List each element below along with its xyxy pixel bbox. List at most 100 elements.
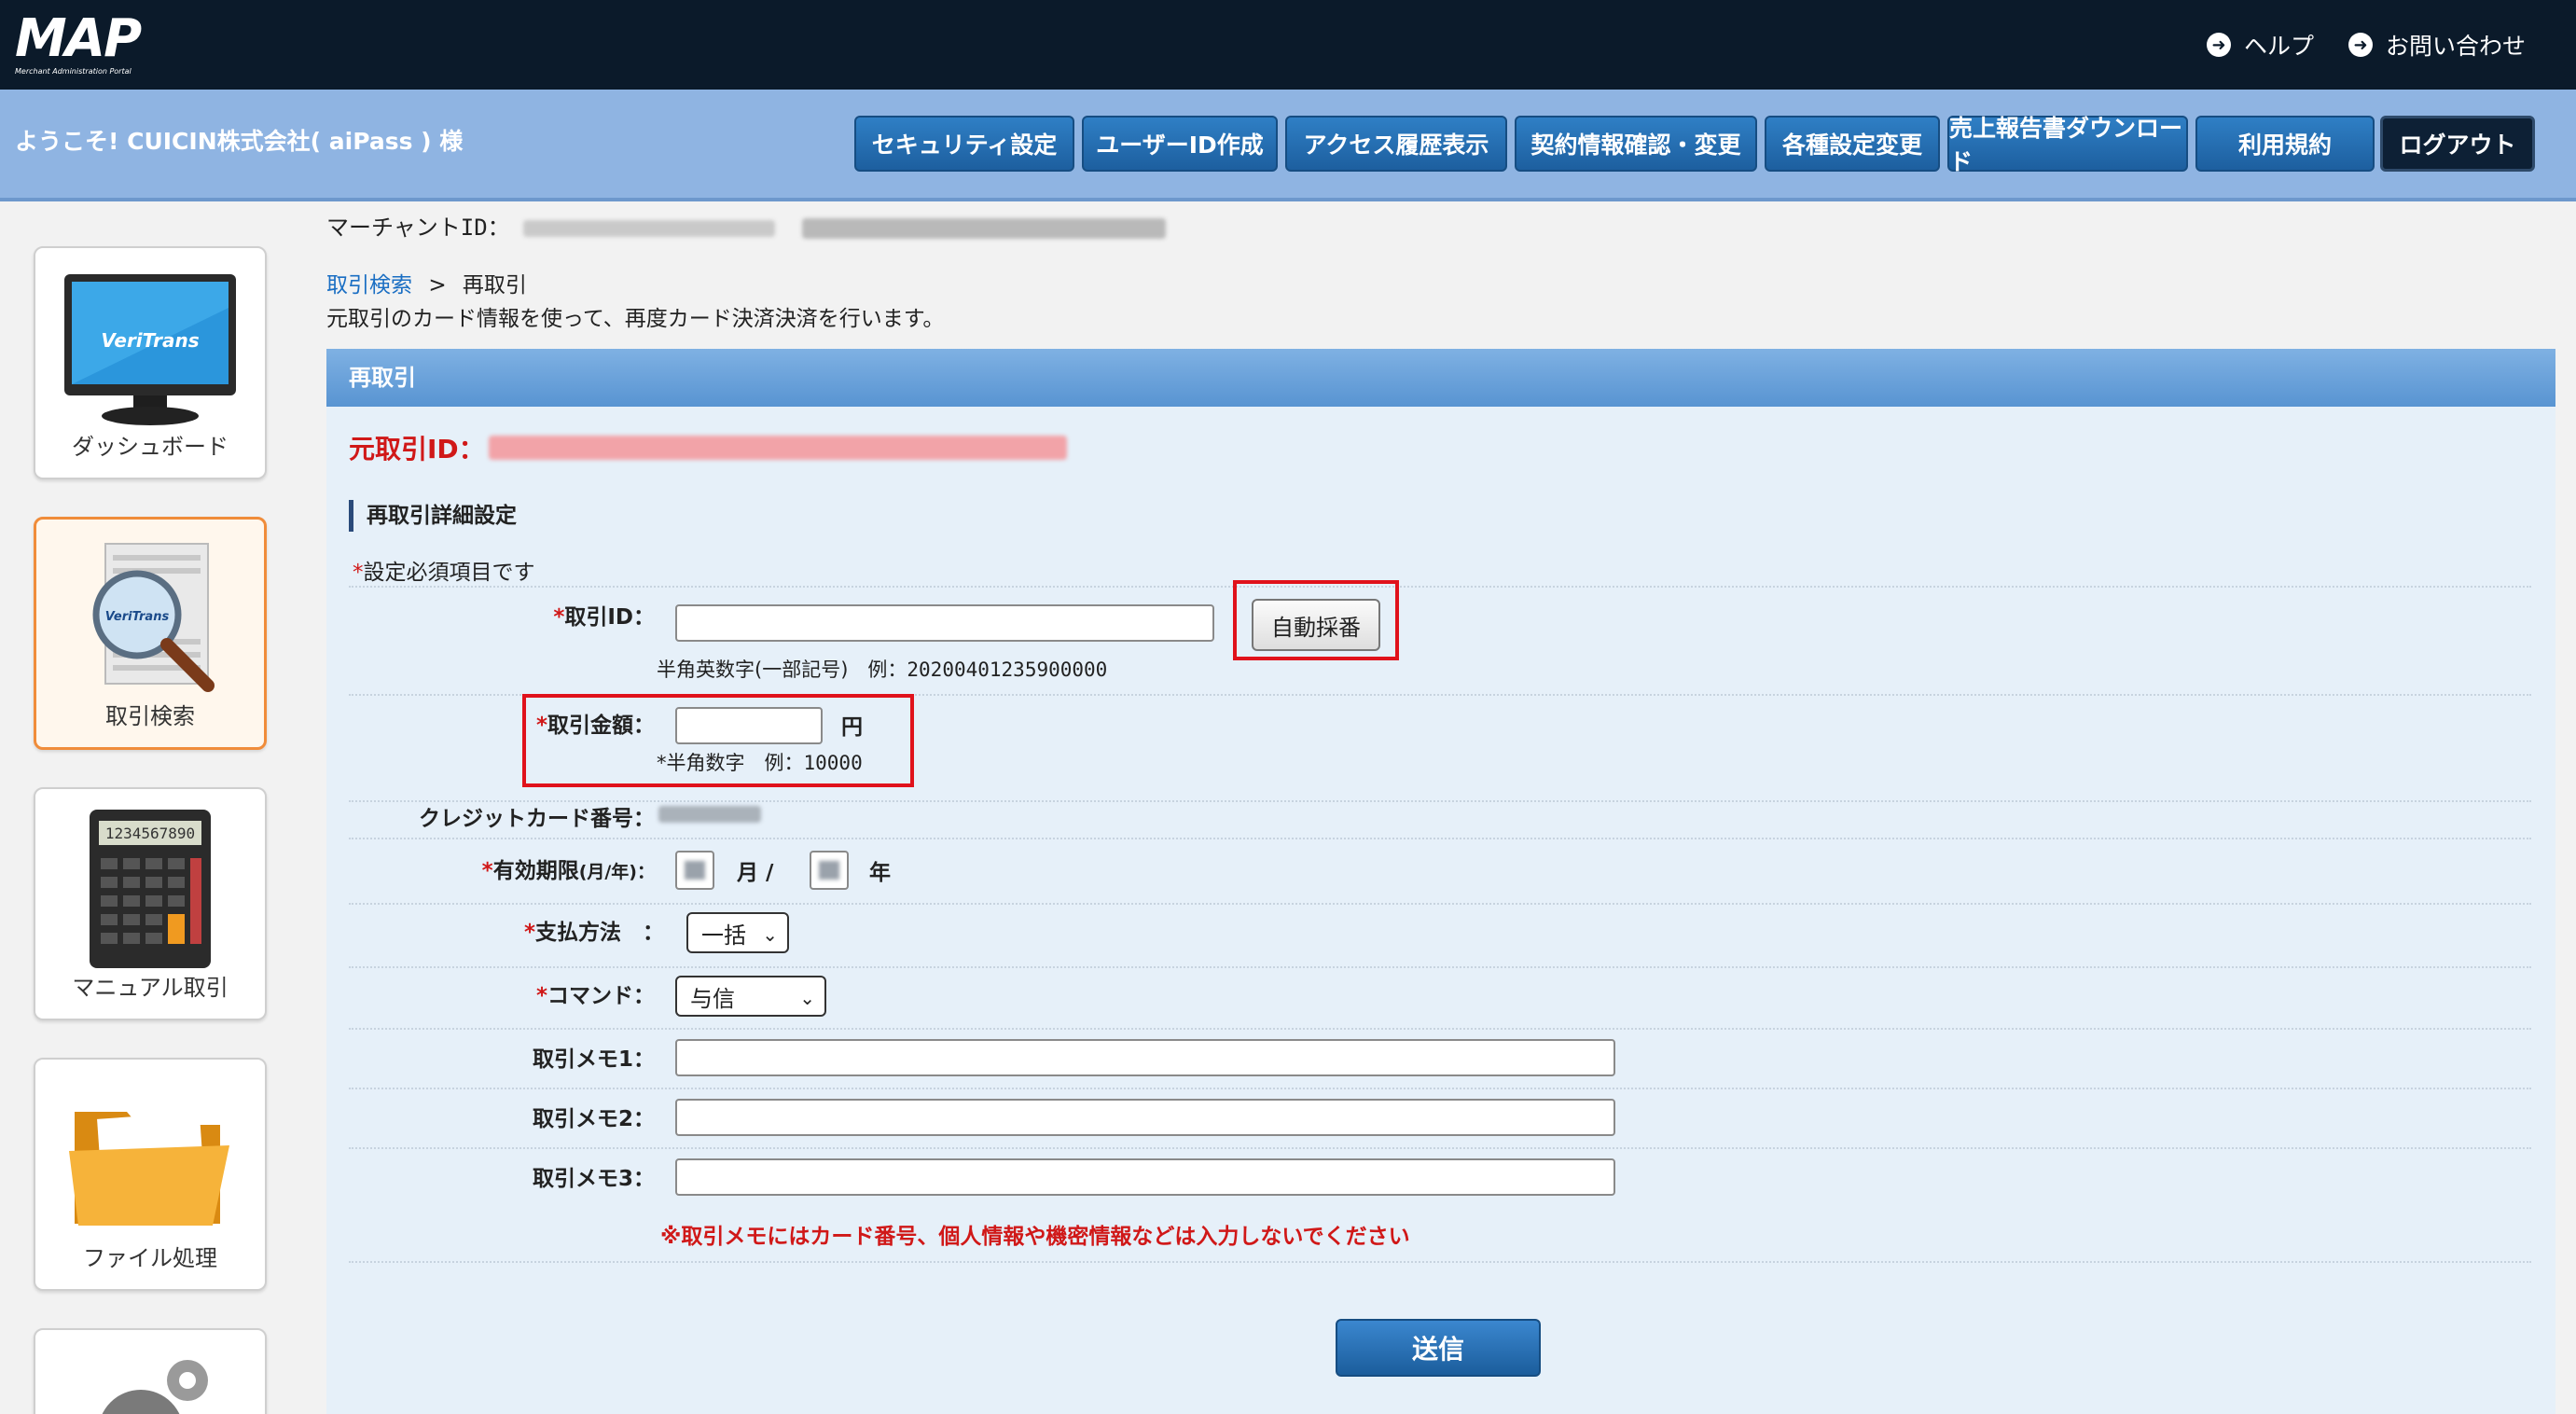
nav-create-user-id[interactable]: ユーザーID作成	[1082, 116, 1278, 172]
sidebar-item-manual-transaction[interactable]: 1234567890 マニュアル取引	[34, 787, 267, 1020]
required-mark: *	[353, 561, 364, 585]
sidebar-item-transaction-search[interactable]: VeriTrans 取引検索	[34, 517, 267, 750]
required-mark: *	[523, 921, 535, 945]
original-transaction-id: 元取引ID：	[349, 429, 1067, 466]
map-logo[interactable]: MAP Merchant Administration Portal	[15, 8, 173, 76]
logo-text: MAP	[15, 8, 142, 69]
nav-security-settings[interactable]: セキュリティ設定	[854, 116, 1074, 172]
expiry-month-redacted	[685, 861, 705, 880]
row-divider	[349, 800, 2531, 802]
expiry-month-select[interactable]	[675, 851, 714, 890]
command-value: 与信	[690, 985, 735, 1012]
command-label-text: コマンド：	[547, 984, 655, 1008]
memo2-input[interactable]	[675, 1099, 1615, 1136]
chevron-down-icon: ⌄	[762, 923, 778, 946]
section-title: 再取引詳細設定	[349, 500, 517, 532]
required-note-text: 設定必須項目です	[363, 561, 535, 585]
payment-method-label: *支払方法 ：	[466, 914, 664, 946]
expiry-year-redacted	[819, 861, 839, 880]
transaction-id-hint: 半角英数字(一部記号) 例：20200401235900000	[657, 655, 1107, 683]
contact-link[interactable]: ➜ お問い合わせ	[2348, 26, 2526, 63]
row-divider	[349, 1147, 2531, 1149]
logout-button[interactable]: ログアウト	[2380, 116, 2535, 172]
folder-icon	[62, 1093, 239, 1233]
logo-subtitle: Merchant Administration Portal	[15, 67, 132, 76]
sidebar-item-label: ファイル処理	[83, 1245, 217, 1271]
search-icon-text: VeriTrans	[105, 610, 170, 624]
card-number-redacted	[658, 806, 761, 823]
row-divider	[349, 903, 2531, 905]
command-label: *コマンド：	[466, 977, 655, 1009]
re-transaction-panel: 再取引 元取引ID： 再取引詳細設定 *設定必須項目です *取引ID： 自動採番…	[326, 349, 2555, 1414]
transaction-id-hint-example: 20200401235900000	[907, 658, 1108, 681]
transaction-id-hint-text: 半角英数字(一部記号) 例：	[657, 658, 907, 681]
memo3-input[interactable]	[675, 1158, 1615, 1196]
transaction-id-input[interactable]	[675, 604, 1214, 642]
nav-sales-report-download[interactable]: 売上報告書ダウンロード	[1947, 115, 2188, 175]
required-mark: *	[553, 605, 565, 630]
row-divider	[349, 1088, 2531, 1089]
merchant-name-redacted	[801, 218, 1166, 239]
breadcrumb: 取引検索 > 再取引	[326, 267, 527, 298]
command-select[interactable]: 与信 ⌄	[675, 976, 826, 1017]
highlight-box-auto-number	[1233, 580, 1399, 660]
required-note: *設定必須項目です	[353, 554, 535, 586]
sidebar-item-label: ダッシュボード	[72, 434, 229, 460]
expiry-label: *有効期限(月/年)：	[438, 853, 655, 884]
required-mark: *	[535, 984, 547, 1008]
original-id-label: 元取引ID：	[349, 434, 485, 464]
memo-warning: ※取引メモにはカード番号、個人情報や機密情報などは入力しないでください	[660, 1225, 1410, 1249]
transaction-id-label-text: 取引ID：	[564, 605, 655, 630]
expiry-year-unit: 年	[869, 861, 891, 885]
nav-access-history[interactable]: アクセス履歴表示	[1285, 116, 1507, 172]
sidebar-item-dashboard[interactable]: VeriTrans ダッシュボード	[34, 246, 267, 479]
header-bar: ようこそ! CUICIN株式会社( aiPass ) 様 セキュリティ設定 ユー…	[0, 90, 2576, 201]
expiry-month-unit: 月 /	[737, 861, 774, 885]
merchant-id-label: マーチャントID：	[326, 215, 510, 241]
breadcrumb-current: 再取引	[462, 273, 527, 298]
nav-contract-info[interactable]: 契約情報確認・変更	[1515, 116, 1757, 172]
memo2-label: 取引メモ2：	[532, 1107, 655, 1131]
memo1-label: 取引メモ1：	[532, 1047, 655, 1072]
original-id-redacted	[488, 436, 1067, 460]
search-document-icon: VeriTrans	[57, 536, 243, 704]
breadcrumb-separator: >	[428, 273, 447, 298]
memo1-input[interactable]	[675, 1039, 1615, 1076]
required-mark: *	[481, 859, 493, 883]
chevron-down-icon: ⌄	[799, 987, 815, 1009]
breadcrumb-link-transaction-search[interactable]: 取引検索	[326, 273, 412, 298]
payment-method-select[interactable]: 一括 ⌄	[686, 912, 789, 953]
sidebar-item-label: 取引検索	[105, 703, 195, 729]
welcome-text: ようこそ! CUICIN株式会社( aiPass ) 様	[15, 128, 464, 155]
sidebar-item-file-processing[interactable]: ファイル処理	[34, 1058, 267, 1291]
row-divider	[349, 1028, 2531, 1030]
row-divider	[349, 586, 2531, 588]
row-divider	[349, 966, 2531, 968]
nav-terms-of-use[interactable]: 利用規約	[2195, 116, 2375, 172]
page-description: 元取引のカード情報を使って、再度カード決済決済を行います。	[326, 307, 945, 331]
arrow-right-icon: ➜	[2207, 33, 2231, 57]
calculator-display-text: 1234567890	[105, 825, 195, 842]
row-divider	[349, 838, 2531, 839]
help-label: ヘルプ	[2244, 33, 2315, 60]
expiry-label-suffix: (月/年)：	[578, 862, 655, 882]
nav-settings-change[interactable]: 各種設定変更	[1765, 116, 1940, 172]
calculator-icon: 1234567890	[80, 806, 220, 974]
monitor-icon: VeriTrans	[57, 270, 243, 429]
submit-button[interactable]: 送信	[1336, 1319, 1541, 1377]
card-number-label: クレジットカード番号：	[419, 807, 655, 831]
help-link[interactable]: ➜ ヘルプ	[2207, 26, 2314, 63]
top-bar: MAP Merchant Administration Portal ➜ ヘルプ…	[0, 0, 2576, 90]
panel-title: 再取引	[326, 349, 2555, 407]
merchant-id-redacted	[523, 220, 776, 237]
sidebar-item-label: マニュアル取引	[72, 975, 229, 1001]
payment-method-value: 一括	[701, 922, 746, 949]
gear-icon	[76, 1349, 225, 1414]
expiry-label-text: 有効期限	[492, 859, 579, 883]
arrow-right-icon: ➜	[2348, 33, 2373, 57]
monitor-icon-text: VeriTrans	[101, 329, 199, 352]
contact-label: お問い合わせ	[2386, 33, 2527, 60]
payment-method-label-text: 支払方法 ：	[535, 921, 664, 945]
sidebar-item-settings[interactable]	[34, 1328, 267, 1414]
expiry-year-select[interactable]	[810, 851, 849, 890]
